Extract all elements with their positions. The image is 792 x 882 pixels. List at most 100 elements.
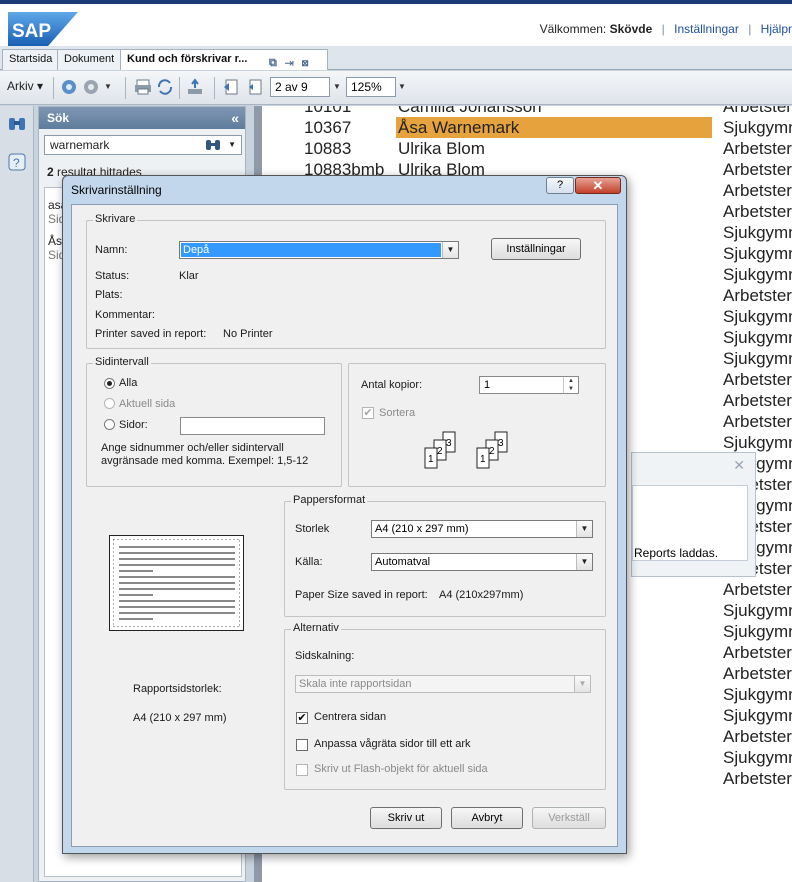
left-rail: ? — [0, 106, 34, 882]
collapse-icon[interactable]: « — [231, 107, 239, 129]
range-pages-radio[interactable] — [104, 419, 115, 430]
range-all-label[interactable]: Alla — [119, 377, 137, 389]
report-cell-type: Sjukgymn — [723, 433, 792, 452]
svg-text:1: 1 — [428, 454, 434, 465]
page-dropdown-icon[interactable]: ▼ — [333, 77, 341, 97]
chevron-down-icon[interactable]: ▼ — [576, 521, 592, 537]
paper-source-label: Källa: — [295, 556, 323, 568]
fit-horizontal-checkbox[interactable] — [296, 739, 308, 751]
flash-objects-checkbox[interactable] — [296, 764, 308, 776]
toolbar-separator — [214, 77, 215, 99]
apply-button[interactable]: Verkställ — [532, 807, 606, 829]
export-icon[interactable] — [186, 78, 204, 96]
page-number-field[interactable]: 2 av 9 — [270, 77, 330, 97]
chevron-down-icon[interactable]: ▼ — [442, 242, 458, 258]
search-icon[interactable] — [205, 138, 221, 152]
printer-name-select[interactable]: Depå ▼ — [179, 241, 459, 259]
back-icon[interactable] — [60, 78, 78, 96]
page-range-legend: Sidintervall — [93, 356, 151, 368]
print-setup-dialog: Skrivarinställning ? ✕ Skrivare Namn: De… — [62, 175, 627, 854]
status-value: Klar — [179, 270, 199, 282]
history-dropdown-icon[interactable]: ▼ — [104, 77, 112, 97]
cancel-button[interactable]: Avbryt — [451, 807, 523, 829]
tab-report-label: Kund och förskrivar r... — [127, 53, 248, 65]
forward-icon[interactable] — [82, 78, 100, 96]
paper-saved-value: A4 (210x297mm) — [439, 589, 524, 601]
printer-settings-button[interactable]: Inställningar — [491, 238, 581, 260]
report-cell-type: Arbetster — [723, 286, 792, 305]
paper-size-select[interactable]: A4 (210 x 297 mm) ▼ — [371, 520, 593, 538]
zoom-dropdown-icon[interactable]: ▼ — [398, 77, 406, 97]
chevron-down-icon[interactable]: ▼ — [574, 676, 590, 692]
saved-printer-value: No Printer — [223, 328, 273, 340]
print-icon[interactable] — [134, 78, 152, 96]
binoculars-icon[interactable] — [7, 114, 27, 134]
divider: | — [661, 22, 665, 36]
report-cell-type: Arbetster — [723, 643, 792, 662]
welcome-label: Välkommen: — [539, 22, 607, 36]
report-row: 10101 Camilla Johansson Arbetster — [262, 106, 792, 117]
report-cell-type: Sjukgymn — [723, 685, 792, 704]
paper-source-select[interactable]: Automatval ▼ — [371, 553, 593, 571]
report-cell-type: Sjukgymn — [723, 328, 792, 347]
center-page-label[interactable]: Centrera sidan — [314, 711, 386, 723]
collate-label[interactable]: Sortera — [379, 407, 415, 419]
copies-input[interactable]: 1 ▲ ▼ — [479, 376, 579, 394]
report-cell-type: Arbetster — [723, 181, 792, 200]
tab-report[interactable]: Kund och förskrivar r... ⧉⇥⊠ — [120, 49, 328, 70]
paper-size-value: A4 (210 x 297 mm) — [375, 523, 469, 535]
pages-input[interactable] — [180, 417, 325, 435]
report-cell-type: Arbetster — [723, 370, 792, 389]
refresh-icon[interactable] — [156, 78, 174, 96]
report-cell-id: 10367 — [304, 118, 352, 137]
svg-text:1: 1 — [480, 454, 486, 465]
svg-text:3: 3 — [498, 438, 504, 449]
divider: | — [748, 22, 752, 36]
report-size-label: Rapportsidstorlek: — [133, 683, 222, 695]
close-icon[interactable]: ✕ — [733, 457, 745, 474]
report-cell-type: Arbetster — [723, 202, 792, 221]
range-current-radio[interactable] — [104, 398, 115, 409]
report-cell-type: Arbetster — [723, 769, 792, 788]
flash-objects-label[interactable]: Skriv ut Flash-objekt för aktuell sida — [314, 763, 488, 775]
settings-link[interactable]: Inställningar — [674, 22, 739, 36]
copies-value: 1 — [484, 379, 491, 391]
search-input[interactable]: warnemark ▼ — [44, 135, 242, 155]
report-cell-type: Arbetster — [723, 106, 792, 116]
tab-bar: Startsida Dokument Kund och förskrivar r… — [0, 46, 792, 70]
fit-horizontal-label[interactable]: Anpassa vågräta sidor till ett ark — [314, 738, 471, 750]
report-cell-type: Sjukgymn — [723, 223, 792, 242]
search-options-dropdown-icon[interactable]: ▼ — [228, 136, 236, 154]
loading-dialog-body: Reports laddas. — [632, 485, 748, 561]
range-pages-label[interactable]: Sidor: — [119, 419, 148, 431]
report-cell-type: Sjukgymn — [723, 307, 792, 326]
page-range-group: Sidintervall Alla Aktuell sida Sidor: An… — [86, 356, 342, 487]
range-all-radio[interactable] — [104, 378, 115, 389]
user-name: Skövde — [609, 22, 653, 36]
page-preview — [109, 535, 244, 631]
collate-checkbox[interactable]: ✔ — [362, 407, 374, 419]
copies-group: Antal kopior: 1 ▲ ▼ ✔ Sortera 3 2 1 3 2 1 — [348, 363, 606, 487]
tab-startsida[interactable]: Startsida — [2, 49, 60, 70]
report-cell-type: Arbetster — [723, 727, 792, 746]
chevron-down-icon[interactable]: ▼ — [576, 554, 592, 570]
zoom-field[interactable]: 125% — [346, 77, 396, 97]
file-menu[interactable]: Arkiv ▾ — [7, 79, 43, 93]
close-button[interactable]: ✕ — [575, 177, 621, 194]
scaling-select[interactable]: Skala inte rapportsidan ▼ — [295, 675, 591, 693]
range-current-label[interactable]: Aktuell sida — [119, 398, 175, 410]
print-button[interactable]: Skriv ut — [370, 807, 442, 829]
first-page-icon[interactable] — [222, 78, 240, 96]
previous-page-icon[interactable] — [246, 78, 264, 96]
report-cell-type: Sjukgymn — [723, 601, 792, 620]
help-link[interactable]: Hjälpr — [761, 22, 792, 36]
options-group: Alternativ Sidskalning: Skala inte rappo… — [284, 622, 606, 790]
saved-printer-label: Printer saved in report: — [95, 328, 207, 340]
svg-text:?: ? — [13, 156, 20, 170]
help-button[interactable]: ? — [546, 177, 574, 194]
location-label: Plats: — [95, 289, 123, 301]
center-page-checkbox[interactable]: ✔ — [296, 712, 308, 724]
copies-spinner[interactable]: ▲ ▼ — [563, 377, 578, 393]
tab-dokument[interactable]: Dokument — [57, 49, 122, 70]
help-icon[interactable]: ? — [7, 152, 27, 172]
